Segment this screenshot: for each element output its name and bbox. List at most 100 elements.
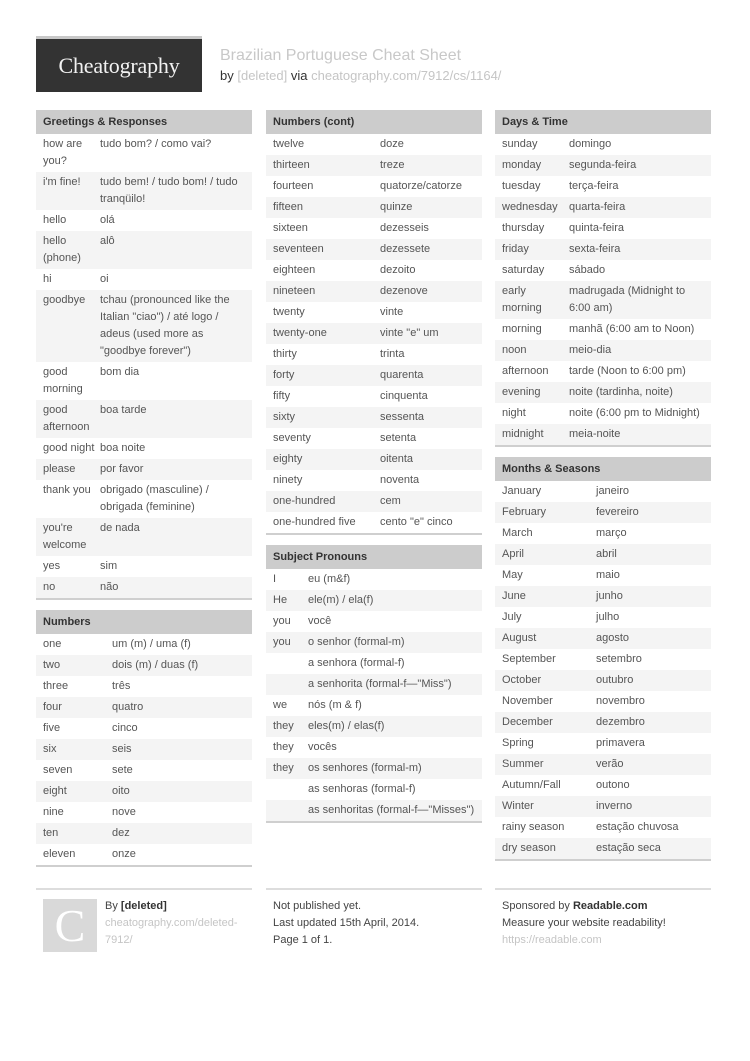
- english-term: July: [502, 611, 522, 623]
- portuguese-term: olá: [100, 214, 115, 226]
- english-term: morning: [502, 323, 542, 335]
- portuguese-term: tudo bem! / tudo bom! / tudo tranqüilo!: [100, 176, 238, 205]
- portuguese-term: de nada: [100, 522, 140, 534]
- portuguese-term: meio-dia: [569, 344, 612, 356]
- author-profile-link[interactable]: cheatography.com/deleted-7912/: [105, 915, 252, 949]
- portuguese-term: cinquenta: [380, 390, 428, 402]
- table-row: good afternoon boa tarde: [36, 400, 252, 438]
- english-term: dry season: [502, 842, 556, 854]
- table-row: a senhorita (formal-f—"Miss"): [266, 674, 482, 695]
- english-term: you: [273, 615, 291, 627]
- portuguese-term: madrugada (Midnight to 6:00 am): [569, 285, 686, 314]
- portuguese-term: vinte: [380, 306, 404, 318]
- published-status: Not published yet.: [273, 900, 362, 912]
- portuguese-term: quarta-feira: [569, 201, 626, 213]
- english-term: thank you: [43, 484, 91, 496]
- english-term: friday: [502, 243, 529, 255]
- english-term: three: [43, 680, 69, 692]
- section-months-seasons: Months & Seasons January janeiro February f…: [495, 457, 711, 861]
- table-row: they vocês: [266, 737, 482, 758]
- english-term: eleven: [43, 848, 76, 860]
- portuguese-term: segunda-feira: [569, 159, 637, 171]
- portuguese-term: boa tarde: [100, 404, 147, 416]
- author-link[interactable]: [deleted]: [237, 68, 287, 83]
- portuguese-term: não: [100, 581, 119, 593]
- portuguese-term: nós (m & f): [308, 699, 362, 711]
- table-row: eighteen dezoito: [266, 260, 482, 281]
- portuguese-term: estação chuvosa: [596, 821, 679, 833]
- sponsor-line: Sponsored by Readable.com: [502, 898, 711, 915]
- table-row: four quatro: [36, 697, 252, 718]
- english-term: sixteen: [273, 222, 308, 234]
- portuguese-term: a senhora (formal-f): [308, 657, 405, 669]
- table-row: dry season estação seca: [495, 838, 711, 859]
- table-row: nine nove: [36, 802, 252, 823]
- portuguese-term: manhã (6:00 am to Noon): [569, 323, 695, 335]
- table-row: six seis: [36, 739, 252, 760]
- table-row: they eles(m) / elas(f): [266, 716, 482, 737]
- portuguese-term: dezesseis: [380, 222, 429, 234]
- table-row: September setembro: [495, 649, 711, 670]
- section-rows: twelve doze thirteen treze fourteen quatorze/…: [266, 134, 482, 533]
- table-row: May maio: [495, 565, 711, 586]
- english-term: you: [273, 636, 291, 648]
- section-title: Months & Seasons: [495, 457, 711, 481]
- english-term: they: [273, 762, 294, 774]
- english-term: Winter: [502, 800, 534, 812]
- english-term: saturday: [502, 264, 545, 276]
- english-term: good night: [43, 442, 95, 454]
- table-row: March março: [495, 523, 711, 544]
- portuguese-term: sete: [112, 764, 133, 776]
- sponsor-url-link[interactable]: https://readable.com: [502, 932, 711, 949]
- english-term: eight: [43, 785, 67, 797]
- portuguese-term: inverno: [596, 800, 633, 812]
- portuguese-term: cinco: [112, 722, 138, 734]
- english-term: noon: [502, 344, 527, 356]
- table-row: twenty vinte: [266, 302, 482, 323]
- portuguese-term: sim: [100, 560, 118, 572]
- portuguese-term: você: [308, 615, 332, 627]
- cheatography-logo[interactable]: Cheatography: [36, 36, 202, 92]
- section-rows: one um (m) / uma (f) two dois (m) / duas (f…: [36, 634, 252, 865]
- table-row: a senhora (formal-f): [266, 653, 482, 674]
- table-row: twenty-one vinte "e" um: [266, 323, 482, 344]
- english-term: thirteen: [273, 159, 310, 171]
- sheet-url-link[interactable]: cheatography.com/7912/cs/1164/: [311, 68, 501, 83]
- english-term: [273, 781, 308, 798]
- english-term: sixty: [273, 411, 295, 423]
- portuguese-term: a senhorita (formal-f—"Miss"): [308, 678, 452, 690]
- english-term: fifteen: [273, 201, 303, 213]
- author-name-link[interactable]: [deleted]: [121, 900, 167, 912]
- table-row: tuesday terça-feira: [495, 176, 711, 197]
- english-term: five: [43, 722, 61, 734]
- english-term: they: [273, 720, 294, 732]
- english-term: twenty: [273, 306, 305, 318]
- table-row: one-hundred cem: [266, 491, 482, 512]
- table-row: afternoon tarde (Noon to 6:00 pm): [495, 361, 711, 382]
- portuguese-term: cento "e" cinco: [380, 516, 453, 528]
- section-rows: sunday domingo monday segunda-feira tuesday t…: [495, 134, 711, 445]
- english-term: seven: [43, 764, 73, 776]
- table-row: no não: [36, 577, 252, 598]
- author-avatar: C: [43, 899, 97, 952]
- column-1: Greetings & Responses how are you? tudo b…: [36, 110, 252, 877]
- sponsor-name-link[interactable]: Readable.com: [573, 900, 648, 912]
- english-term: hi: [43, 273, 52, 285]
- english-term: January: [502, 485, 542, 497]
- table-row: October outubro: [495, 670, 711, 691]
- portuguese-term: dois (m) / duas (f): [112, 659, 199, 671]
- portuguese-term: os senhores (formal-m): [308, 762, 422, 774]
- table-row: monday segunda-feira: [495, 155, 711, 176]
- portuguese-term: setembro: [596, 653, 642, 665]
- table-row: He ele(m) / ela(f): [266, 590, 482, 611]
- english-term: hello: [43, 214, 67, 226]
- section-rows: how are you? tudo bom? / como vai? i'm fin…: [36, 134, 252, 598]
- portuguese-term: por favor: [100, 463, 144, 475]
- portuguese-term: alô: [100, 235, 115, 247]
- portuguese-term: verão: [596, 758, 624, 770]
- portuguese-term: as senhoritas (formal-f—"Misses"): [308, 804, 475, 816]
- table-row: seventy setenta: [266, 428, 482, 449]
- english-term: one-hundred: [273, 495, 336, 507]
- english-term: Autumn/Fall: [502, 779, 561, 791]
- portuguese-term: janeiro: [596, 485, 630, 497]
